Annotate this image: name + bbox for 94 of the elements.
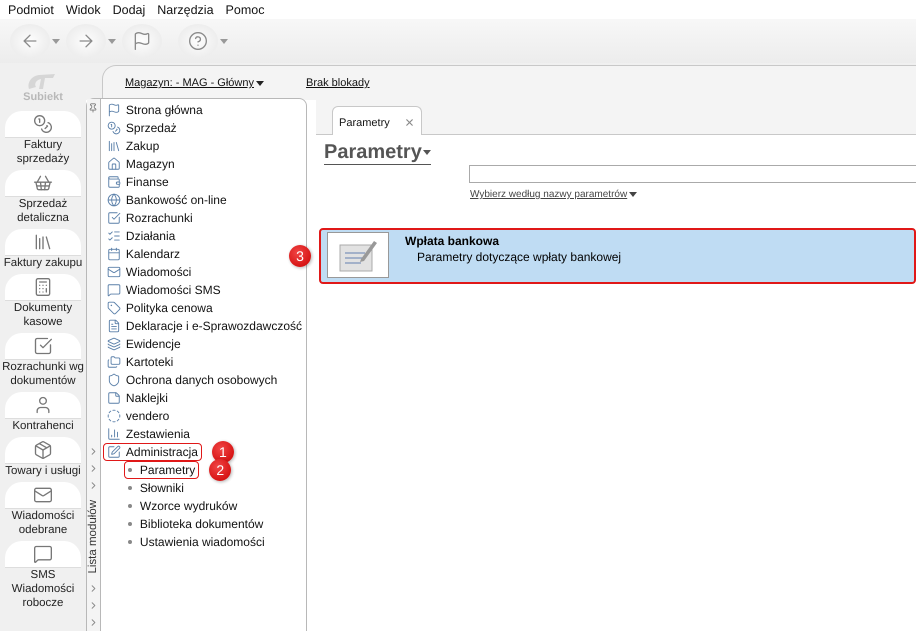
bullet-icon bbox=[128, 540, 132, 544]
submodule-item[interactable]: Parametry bbox=[124, 461, 200, 479]
close-icon[interactable] bbox=[404, 117, 415, 128]
card-title: Wpłata bankowa bbox=[405, 234, 500, 248]
menu-item[interactable]: Widok bbox=[60, 2, 107, 16]
dropdown-caret[interactable] bbox=[52, 38, 60, 44]
shield-icon bbox=[106, 373, 121, 387]
bullet-icon bbox=[128, 468, 132, 472]
module-item[interactable]: Wiadomości bbox=[102, 263, 196, 281]
wallet-icon bbox=[106, 175, 121, 189]
module-item[interactable]: Bankowość on-line bbox=[102, 191, 231, 209]
module-item[interactable]: Kartoteki bbox=[102, 353, 178, 371]
envelope-icon bbox=[106, 265, 121, 279]
calendar-icon bbox=[106, 247, 121, 261]
annotation-badge: 1 bbox=[212, 441, 234, 463]
nav-button[interactable]: Dokumenty kasowe bbox=[0, 274, 86, 329]
module-item[interactable]: Zestawienia bbox=[102, 425, 194, 443]
edit-icon bbox=[106, 445, 121, 459]
globe-icon bbox=[106, 193, 121, 207]
nav-button[interactable]: Faktury sprzedaży bbox=[0, 111, 86, 166]
flag-icon bbox=[132, 31, 152, 51]
module-item[interactable]: Administracja bbox=[102, 443, 202, 461]
coins-icon bbox=[33, 114, 53, 134]
dropdown-caret[interactable] bbox=[108, 38, 116, 44]
caret-icon bbox=[629, 192, 638, 197]
submodule-item[interactable]: Słowniki bbox=[124, 479, 188, 497]
lock-link[interactable]: Brak blokady bbox=[306, 77, 370, 89]
bullet-icon bbox=[128, 486, 132, 490]
caret-icon bbox=[108, 38, 116, 44]
annotation-badge: 2 bbox=[209, 459, 232, 481]
checkbox-icon bbox=[106, 211, 121, 225]
nav-button[interactable]: Wiadomości odebrane bbox=[0, 482, 86, 537]
module-item[interactable]: Działania bbox=[102, 227, 180, 245]
folders-icon bbox=[106, 355, 121, 369]
module-item[interactable]: Zakup bbox=[102, 137, 164, 155]
pin-icon[interactable] bbox=[88, 103, 98, 113]
basket-icon bbox=[33, 173, 53, 193]
note-icon bbox=[106, 391, 121, 405]
flag-icon bbox=[106, 103, 121, 117]
module-item[interactable]: Kalendarz bbox=[102, 245, 184, 263]
module-item[interactable]: Ochrona danych osobowych bbox=[102, 371, 282, 389]
books-icon bbox=[33, 232, 53, 252]
submodule-item[interactable]: Wzorce wydruków bbox=[124, 497, 242, 515]
message-icon bbox=[106, 283, 121, 297]
nav-button[interactable]: Rozrachunki wg dokumentów bbox=[0, 333, 86, 388]
menu-item[interactable]: Pomoc bbox=[220, 2, 270, 16]
module-item[interactable]: Rozrachunki bbox=[102, 209, 197, 227]
module-item[interactable]: Ewidencje bbox=[102, 335, 185, 353]
envelope-icon bbox=[33, 485, 53, 505]
module-item[interactable]: Sprzedaż bbox=[102, 119, 181, 137]
help-icon bbox=[188, 31, 208, 51]
page-title[interactable]: Parametry bbox=[324, 141, 431, 165]
document-icon bbox=[106, 319, 121, 333]
nav-button[interactable]: Sprzedaż detaliczna bbox=[0, 170, 86, 225]
package-icon bbox=[33, 440, 53, 460]
chart-icon bbox=[106, 427, 121, 441]
checkbox-icon bbox=[33, 336, 53, 356]
coins-icon bbox=[106, 121, 121, 135]
checklist-icon bbox=[106, 229, 121, 243]
bullet-icon bbox=[128, 522, 132, 526]
submodule-item[interactable]: Biblioteka dokumentów bbox=[124, 515, 268, 533]
caret-icon bbox=[422, 150, 431, 155]
bullet-icon bbox=[128, 504, 132, 508]
parameter-card[interactable]: Wpłata bankowa Parametry dotyczące wpłaty bankowej bbox=[319, 228, 916, 284]
menu-item[interactable]: Dodaj bbox=[106, 2, 152, 16]
module-item[interactable]: Naklejki bbox=[102, 389, 172, 407]
module-item[interactable]: Deklaracje i e-Sprawozdawczość bbox=[102, 317, 306, 335]
books-icon bbox=[106, 139, 121, 153]
panel-title: Lista modułów bbox=[87, 500, 100, 574]
module-item[interactable]: Wiadomości SMS bbox=[102, 281, 225, 299]
nav-button[interactable]: SMS Wiadomości robocze bbox=[0, 541, 86, 610]
layers-icon bbox=[106, 337, 121, 351]
tag-icon bbox=[106, 301, 121, 315]
dropdown-caret[interactable] bbox=[220, 38, 228, 44]
search-field[interactable] bbox=[469, 165, 916, 183]
message-icon bbox=[33, 544, 53, 564]
module-item[interactable]: Strona główna bbox=[102, 101, 207, 119]
module-item[interactable]: Polityka cenowa bbox=[102, 299, 217, 317]
tab[interactable]: Parametry bbox=[332, 106, 422, 135]
caret-icon bbox=[220, 38, 228, 44]
module-item[interactable]: vendero bbox=[102, 407, 174, 425]
caret-icon bbox=[256, 80, 264, 86]
submodule-item[interactable]: Ustawienia wiadomości bbox=[124, 533, 269, 551]
logo-text: Subiekt bbox=[23, 91, 63, 103]
house-icon bbox=[106, 157, 121, 171]
menu-item[interactable]: Narzędzia bbox=[151, 2, 220, 16]
card-description: Parametry dotyczące wpłaty bankowej bbox=[416, 250, 622, 264]
filter-link[interactable]: Wybierz według nazwy parametrów bbox=[470, 189, 638, 200]
module-item[interactable]: Magazyn bbox=[102, 155, 179, 173]
caret-icon bbox=[52, 38, 60, 44]
menu-item[interactable]: Podmiot bbox=[2, 2, 60, 16]
calculator-icon bbox=[33, 277, 53, 297]
module-item[interactable]: Finanse bbox=[102, 173, 173, 191]
warehouse-link[interactable]: Magazyn: - MAG - Główny bbox=[125, 77, 264, 89]
